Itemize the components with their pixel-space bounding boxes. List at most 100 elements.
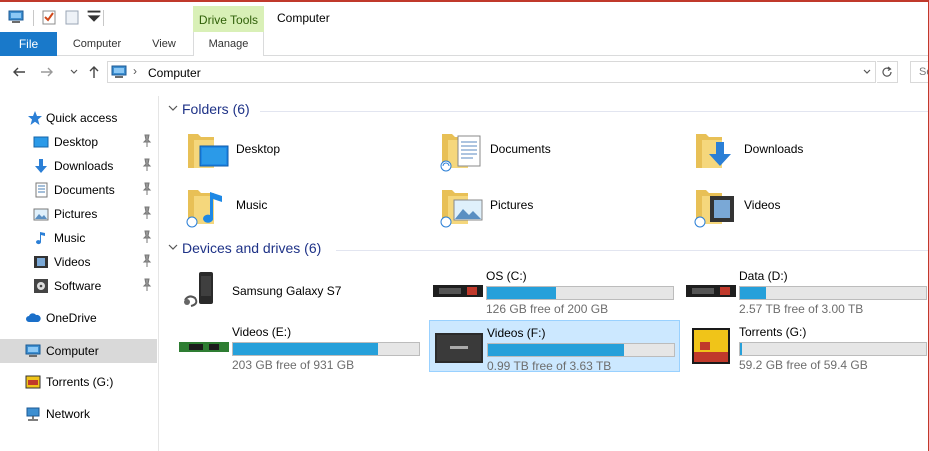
qat-separator	[33, 10, 34, 26]
folder-label: Documents	[490, 142, 551, 156]
folder-downloads[interactable]: Downloads	[672, 126, 922, 176]
device-samsung-galaxy-s7[interactable]: Samsung Galaxy S7	[175, 264, 426, 316]
drive-usage-fill	[740, 343, 742, 355]
arrow-right-icon	[41, 67, 53, 77]
folder-pictures[interactable]: Pictures	[418, 182, 668, 232]
drive-free-space: 59.2 GB free of 59.4 GB	[739, 358, 868, 372]
pin-icon[interactable]	[142, 158, 152, 172]
folder-music-icon	[186, 190, 222, 228]
drive-videos-f[interactable]: Videos (F:) 0.99 TB free of 3.63 TB	[429, 320, 680, 373]
group-divider	[336, 250, 929, 251]
sidebar-item-pictures[interactable]: Pictures	[0, 202, 157, 226]
sidebar-item-videos[interactable]: Videos	[0, 250, 157, 274]
properties-icon[interactable]	[41, 9, 57, 25]
content-pane: Folders (6) Desktop Documents Downloads	[160, 88, 929, 451]
new-folder-icon[interactable]	[64, 9, 80, 25]
tab-computer[interactable]: Computer	[62, 32, 132, 56]
drive-videos-e[interactable]: Videos (E:) 203 GB free of 931 GB	[175, 320, 426, 372]
folder-label: Desktop	[236, 142, 281, 156]
sidebar-item-label: Software	[54, 279, 102, 293]
pin-icon[interactable]	[142, 134, 152, 148]
file-tab[interactable]: File	[0, 32, 57, 56]
drive-usage-fill	[487, 287, 556, 299]
videos-icon	[34, 256, 48, 268]
cloud-icon	[26, 313, 41, 322]
sidebar-item-label: Network	[46, 407, 91, 421]
folder-documents[interactable]: Documents	[418, 126, 668, 176]
drive-tools-context-tab[interactable]: Drive Tools	[193, 6, 264, 35]
sidebar-item-desktop[interactable]: Desktop	[0, 130, 157, 154]
sidebar-item-label: Pictures	[54, 207, 98, 221]
folder-documents-icon	[440, 134, 481, 172]
sidebar-item-label: OneDrive	[46, 311, 97, 325]
drive-name: Torrents (G:)	[739, 325, 807, 339]
search-input[interactable]: Se	[910, 61, 929, 83]
pictures-icon	[33, 208, 49, 221]
desktop-icon	[33, 136, 49, 148]
ribbon-tab-bar: File Computer View Manage	[0, 32, 929, 56]
folder-desktop[interactable]: Desktop	[164, 126, 414, 176]
sidebar-item-onedrive[interactable]: OneDrive	[0, 306, 157, 330]
address-history-dropdown[interactable]	[862, 67, 872, 79]
customize-dropdown-icon[interactable]	[86, 9, 102, 25]
sidebar-item-network[interactable]: Network	[0, 402, 157, 426]
pin-icon[interactable]	[142, 254, 152, 268]
devices-group-label: Devices and drives (6)	[182, 240, 322, 256]
ssd-icon	[686, 285, 736, 297]
up-button[interactable]	[86, 64, 102, 80]
m2-drive-icon	[179, 342, 229, 352]
address-bar[interactable]: › Computer	[107, 61, 876, 83]
pin-icon[interactable]	[142, 182, 152, 196]
chevron-down-icon[interactable]	[168, 242, 178, 252]
sidebar-item-label: Computer	[46, 344, 99, 358]
sidebar-item-software[interactable]: Software	[0, 274, 157, 298]
breadcrumb-separator[interactable]: ›	[133, 64, 137, 78]
documents-icon	[35, 182, 48, 198]
samsung-ssd-icon	[435, 333, 483, 363]
pin-icon[interactable]	[142, 206, 152, 220]
sidebar-item-documents[interactable]: Documents	[0, 178, 157, 202]
computer-icon[interactable]	[8, 9, 24, 25]
drive-name: Videos (F:)	[487, 326, 546, 340]
phone-icon	[184, 272, 213, 307]
drive-torrents-g[interactable]: Torrents (G:) 59.2 GB free of 59.4 GB	[682, 320, 929, 372]
sidebar-item-computer[interactable]: Computer	[0, 339, 157, 363]
sidebar-item-label: Music	[54, 231, 86, 245]
drive-name: Data (D:)	[739, 269, 788, 283]
pin-icon[interactable]	[142, 278, 152, 292]
sidebar-item-music[interactable]: Music	[0, 226, 157, 250]
refresh-button[interactable]	[877, 61, 898, 83]
recent-locations-button[interactable]	[66, 64, 82, 80]
computer-icon	[111, 65, 127, 78]
group-divider	[260, 111, 929, 112]
devices-group-header[interactable]: Devices and drives (6)	[160, 239, 929, 259]
folder-label: Pictures	[490, 198, 534, 212]
chevron-down-icon[interactable]	[168, 103, 178, 113]
folders-group-header[interactable]: Folders (6)	[160, 100, 929, 120]
sidebar-item-label: Downloads	[54, 159, 114, 173]
drive-free-space: 2.57 TB free of 3.00 TB	[739, 302, 864, 316]
computer-icon	[25, 344, 41, 357]
sidebar-item-label: Desktop	[54, 135, 99, 149]
forward-button[interactable]	[39, 64, 55, 80]
tab-manage[interactable]: Manage	[193, 32, 264, 56]
drive-data-d[interactable]: Data (D:) 2.57 TB free of 3.00 TB	[682, 264, 929, 316]
sidebar-item-label: Videos	[54, 255, 91, 269]
sidebar-item-downloads[interactable]: Downloads	[0, 154, 157, 178]
address-row: › Computer Se	[0, 58, 929, 88]
sidebar-item-torrents[interactable]: Torrents (G:)	[0, 370, 157, 394]
downloads-icon	[35, 159, 47, 173]
nav-quick-access[interactable]: Quick access	[0, 106, 157, 130]
qat-separator	[103, 10, 104, 26]
nav-quick-access-label: Quick access	[46, 111, 118, 125]
drive-name: Videos (E:)	[232, 325, 292, 339]
drive-os-c[interactable]: OS (C:) 126 GB free of 200 GB	[429, 264, 680, 316]
back-button[interactable]	[11, 64, 27, 80]
sd-card-icon	[25, 375, 41, 389]
folder-music[interactable]: Music	[164, 182, 414, 232]
folder-videos[interactable]: Videos	[672, 182, 922, 232]
breadcrumb-computer[interactable]: Computer	[148, 66, 201, 80]
pin-icon[interactable]	[142, 230, 152, 244]
folder-desktop-icon	[188, 134, 229, 168]
tab-view[interactable]: View	[140, 32, 188, 56]
